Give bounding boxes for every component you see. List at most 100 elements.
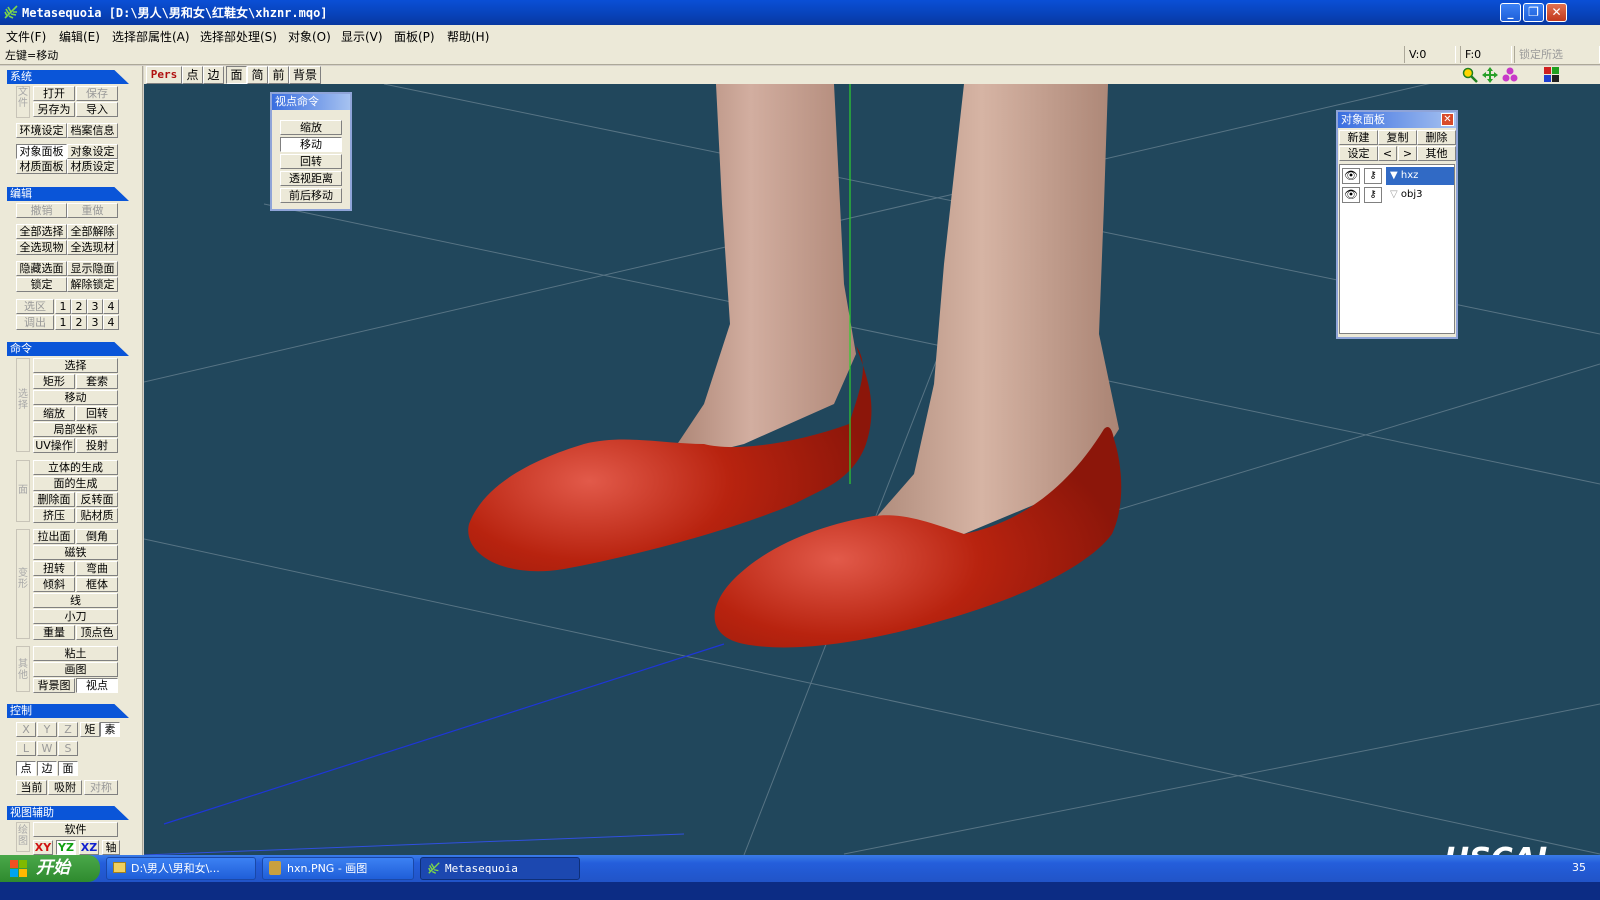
duplicate-object-button[interactable]: 复制 <box>1378 130 1417 145</box>
selection-slot-4[interactable]: 4 <box>103 299 119 314</box>
menu-help[interactable]: 帮助(H) <box>447 28 489 45</box>
weight-button[interactable]: 重量 <box>33 625 75 640</box>
axis-x-toggle[interactable]: X <box>16 722 36 737</box>
select-tool-button[interactable]: 选择 <box>33 358 118 373</box>
rotate-view-icon[interactable] <box>1502 67 1518 83</box>
view-dolly-button[interactable]: 前后移动 <box>280 188 342 203</box>
view-zoom-button[interactable]: 缩放 <box>280 120 342 135</box>
select-all-button[interactable]: 全部选择 <box>16 224 67 239</box>
snap-toggle[interactable]: 吸附 <box>48 780 82 795</box>
file-info-button[interactable]: 档案信息 <box>67 123 118 138</box>
rect-select-button[interactable]: 矩形 <box>33 374 75 389</box>
save-as-button[interactable]: 另存为 <box>33 102 75 117</box>
lock-edit-icon[interactable]: ⚷ <box>1364 187 1382 203</box>
world-w-toggle[interactable]: W <box>37 741 57 756</box>
select-current-object-button[interactable]: 全选现物 <box>16 240 67 255</box>
new-object-button[interactable]: 新建 <box>1339 130 1378 145</box>
env-settings-button[interactable]: 环境设定 <box>16 123 67 138</box>
view-rotate-button[interactable]: 回转 <box>280 154 342 169</box>
show-edges-toggle[interactable]: 边 <box>203 66 224 84</box>
vertex-color-button[interactable]: 顶点色 <box>76 625 118 640</box>
grid-xz-toggle[interactable]: XZ <box>79 840 99 855</box>
create-face-button[interactable]: 面的生成 <box>33 476 118 491</box>
object-row[interactable]: 👁 ⚷ ▽ obj3 <box>1342 186 1454 204</box>
menu-panel[interactable]: 面板(P) <box>394 28 435 45</box>
show-points-toggle[interactable]: 点 <box>182 66 203 84</box>
selection-slot-2[interactable]: 2 <box>71 299 87 314</box>
object-row-selected[interactable]: ▼ hxz <box>1386 167 1454 185</box>
recall-slot-1[interactable]: 1 <box>55 315 71 330</box>
eye-icon[interactable]: 👁 <box>1342 168 1360 184</box>
start-button[interactable]: 开始 <box>0 855 100 882</box>
3d-viewport[interactable]: HSCAL 视点命令 缩放 移动 回转 透视距离 前后移动 对象面板 ✕ 新建 … <box>144 84 1600 855</box>
menu-object[interactable]: 对象(O) <box>288 28 331 45</box>
restore-button[interactable]: ❐ <box>1523 3 1544 22</box>
element-toggle[interactable]: 素 <box>100 722 120 737</box>
hide-selected-faces-button[interactable]: 隐藏选面 <box>16 261 67 276</box>
selection-slot-button[interactable]: 选区 <box>16 299 54 314</box>
object-panel-toggle[interactable]: 对象面板 <box>16 144 67 159</box>
projection-button[interactable]: 投射 <box>76 438 118 453</box>
scale-tool-button[interactable]: 缩放 <box>33 406 75 421</box>
grid-yz-toggle[interactable]: YZ <box>56 840 76 855</box>
view-command-panel-title[interactable]: 视点命令 <box>272 94 350 110</box>
taskbar-paint-window[interactable]: hxn.PNG - 画图 <box>262 857 414 880</box>
menu-file[interactable]: 文件(F) <box>6 28 46 45</box>
quad-view-icon[interactable] <box>1544 67 1559 82</box>
tilt-button[interactable]: 倾斜 <box>33 577 75 592</box>
object-row[interactable]: 👁 ⚷ ▼ hxz <box>1342 167 1454 185</box>
bevel-button[interactable]: 倒角 <box>76 529 118 544</box>
current-object-toggle[interactable]: 当前 <box>16 780 47 795</box>
axis-display-toggle[interactable]: 轴 <box>102 840 120 855</box>
recall-slot-2[interactable]: 2 <box>71 315 87 330</box>
menu-edit[interactable]: 编辑(E) <box>59 28 100 45</box>
menu-view[interactable]: 显示(V) <box>341 28 383 45</box>
symmetry-toggle[interactable]: 对称 <box>84 780 118 795</box>
bend-button[interactable]: 弯曲 <box>76 561 118 576</box>
face-mode-toggle[interactable]: 面 <box>58 761 78 776</box>
magnet-button[interactable]: 磁铁 <box>33 545 118 560</box>
point-mode-toggle[interactable]: 点 <box>16 761 36 776</box>
view-perspective-distance-button[interactable]: 透视距离 <box>280 171 342 186</box>
object-prev-button[interactable]: < <box>1378 146 1397 161</box>
object-other-button[interactable]: 其他 <box>1417 146 1456 161</box>
extrude-button[interactable]: 挤压 <box>33 508 75 523</box>
menu-select-attributes[interactable]: 选择部属性(A) <box>112 28 190 45</box>
redo-button[interactable]: 重做 <box>67 203 118 218</box>
background-image-button[interactable]: 背景图 <box>33 678 75 693</box>
material-settings-button[interactable]: 材质设定 <box>67 159 118 174</box>
eye-icon[interactable]: 👁 <box>1342 187 1360 203</box>
delete-face-button[interactable]: 删除面 <box>33 492 75 507</box>
object-settings-button-panel[interactable]: 设定 <box>1339 146 1378 161</box>
selection-slot-3[interactable]: 3 <box>87 299 103 314</box>
lock-button[interactable]: 锁定 <box>16 277 67 292</box>
frame-button[interactable]: 框体 <box>76 577 118 592</box>
background-toggle[interactable]: 背景 <box>289 66 321 84</box>
zoom-magnifier-icon[interactable] <box>1462 67 1478 83</box>
close-button[interactable]: ✕ <box>1546 3 1567 22</box>
material-panel-toggle[interactable]: 材质面板 <box>16 159 67 174</box>
sculpt-button[interactable]: 粘土 <box>33 646 118 661</box>
grid-xy-toggle[interactable]: XY <box>33 840 53 855</box>
axis-y-toggle[interactable]: Y <box>37 722 57 737</box>
software-render-button[interactable]: 软件 <box>33 822 118 837</box>
line-button[interactable]: 线 <box>33 593 118 608</box>
import-button[interactable]: 导入 <box>76 102 118 117</box>
deselect-all-button[interactable]: 全部解除 <box>67 224 118 239</box>
object-row-item[interactable]: ▽ obj3 <box>1386 186 1454 204</box>
recall-slot-3[interactable]: 3 <box>87 315 103 330</box>
edge-mode-toggle[interactable]: 边 <box>37 761 57 776</box>
open-button[interactable]: 打开 <box>33 86 75 101</box>
unlock-button[interactable]: 解除锁定 <box>67 277 118 292</box>
rotate-tool-button[interactable]: 回转 <box>76 406 118 421</box>
knife-button[interactable]: 小刀 <box>33 609 118 624</box>
minimize-button[interactable]: _ <box>1500 3 1521 22</box>
matrix-toggle[interactable]: 矩 <box>80 722 100 737</box>
axis-z-toggle[interactable]: Z <box>58 722 78 737</box>
view-pan-button[interactable]: 移动 <box>280 137 342 152</box>
taskbar-metasequoia-window[interactable]: Metasequoia <box>420 857 580 880</box>
twist-button[interactable]: 扭转 <box>33 561 75 576</box>
paint-material-button[interactable]: 贴材质 <box>76 508 118 523</box>
simple-view-toggle[interactable]: 简 <box>247 66 268 84</box>
paint-button[interactable]: 画图 <box>33 662 118 677</box>
